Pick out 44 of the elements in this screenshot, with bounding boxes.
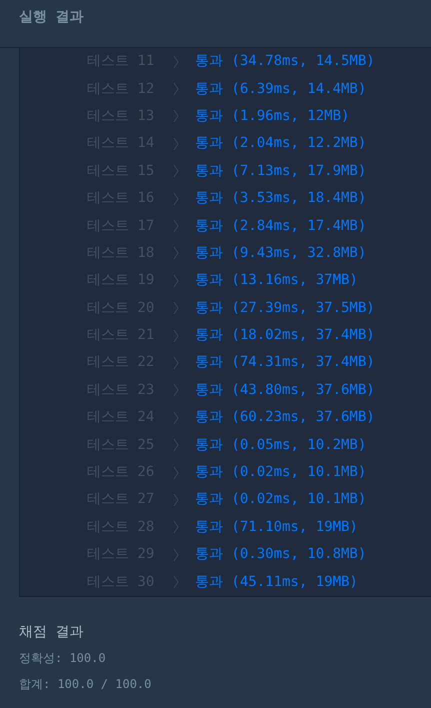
chevron-icon xyxy=(173,246,179,260)
chevron-icon xyxy=(173,575,179,590)
chevron-icon xyxy=(173,136,179,151)
grading-title: 채점 결과 xyxy=(19,623,84,642)
test-result: 통과 (0.02ms, 10.1MB) xyxy=(195,490,366,510)
test-result: 통과 (1.96ms, 12MB) xyxy=(195,106,350,126)
test-result: 통과 (13.16ms, 37MB) xyxy=(195,271,358,290)
test-result: 통과 (0.30ms, 10.8MB) xyxy=(195,545,366,564)
test-result: 통과 (71.10ms, 19MB) xyxy=(195,518,358,537)
chevron-icon xyxy=(173,410,179,425)
test-result: 통과 (7.13ms, 17.9MB) xyxy=(195,162,366,181)
chevron-icon xyxy=(173,438,179,452)
test-result: 통과 (45.11ms, 19MB) xyxy=(195,572,358,592)
test-result: 통과 (60.23ms, 37.6MB) xyxy=(195,408,375,428)
chevron-icon xyxy=(173,466,179,480)
chevron-icon xyxy=(173,492,179,507)
chevron-icon xyxy=(173,219,179,234)
test-result: 통과 (9.43ms, 32.8MB) xyxy=(195,244,366,263)
test-result: 통과 (0.05ms, 10.2MB) xyxy=(195,436,366,455)
test-result: 통과 (6.39ms, 14.4MB) xyxy=(195,80,366,99)
test-result: 통과 (2.84ms, 17.4MB) xyxy=(195,216,366,236)
chevron-icon xyxy=(173,54,179,69)
test-result: 통과 (27.39ms, 37.5MB) xyxy=(195,298,375,318)
chevron-icon xyxy=(173,328,179,343)
chevron-icon xyxy=(173,192,179,206)
chevron-icon xyxy=(173,383,179,398)
test-result: 통과 (3.53ms, 18.4MB) xyxy=(195,189,366,208)
test-result: 통과 (0.02ms, 10.1MB) xyxy=(195,463,366,482)
section-title: 실행 결과 xyxy=(19,8,84,27)
chevron-icon xyxy=(173,520,179,534)
chevron-icon xyxy=(173,356,179,370)
test-result: 통과 (74.31ms, 37.4MB) xyxy=(195,353,375,372)
chevron-icon xyxy=(173,548,179,562)
chevron-icon xyxy=(173,109,179,124)
chevron-icon xyxy=(173,82,179,96)
test-result: 통과 (34.78ms, 14.5MB) xyxy=(195,52,375,72)
test-result: 통과 (43.80ms, 37.6MB) xyxy=(195,380,375,400)
test-result: 통과 (2.04ms, 12.2MB) xyxy=(195,134,366,154)
chevron-icon xyxy=(173,274,179,288)
test-result: 통과 (18.02ms, 37.4MB) xyxy=(195,326,375,346)
chevron-icon xyxy=(173,164,179,178)
chevron-icon xyxy=(173,301,179,316)
score-line: 정확성: 100.0 xyxy=(19,650,107,667)
score-line: 합계: 100.0 / 100.0 xyxy=(19,676,152,693)
